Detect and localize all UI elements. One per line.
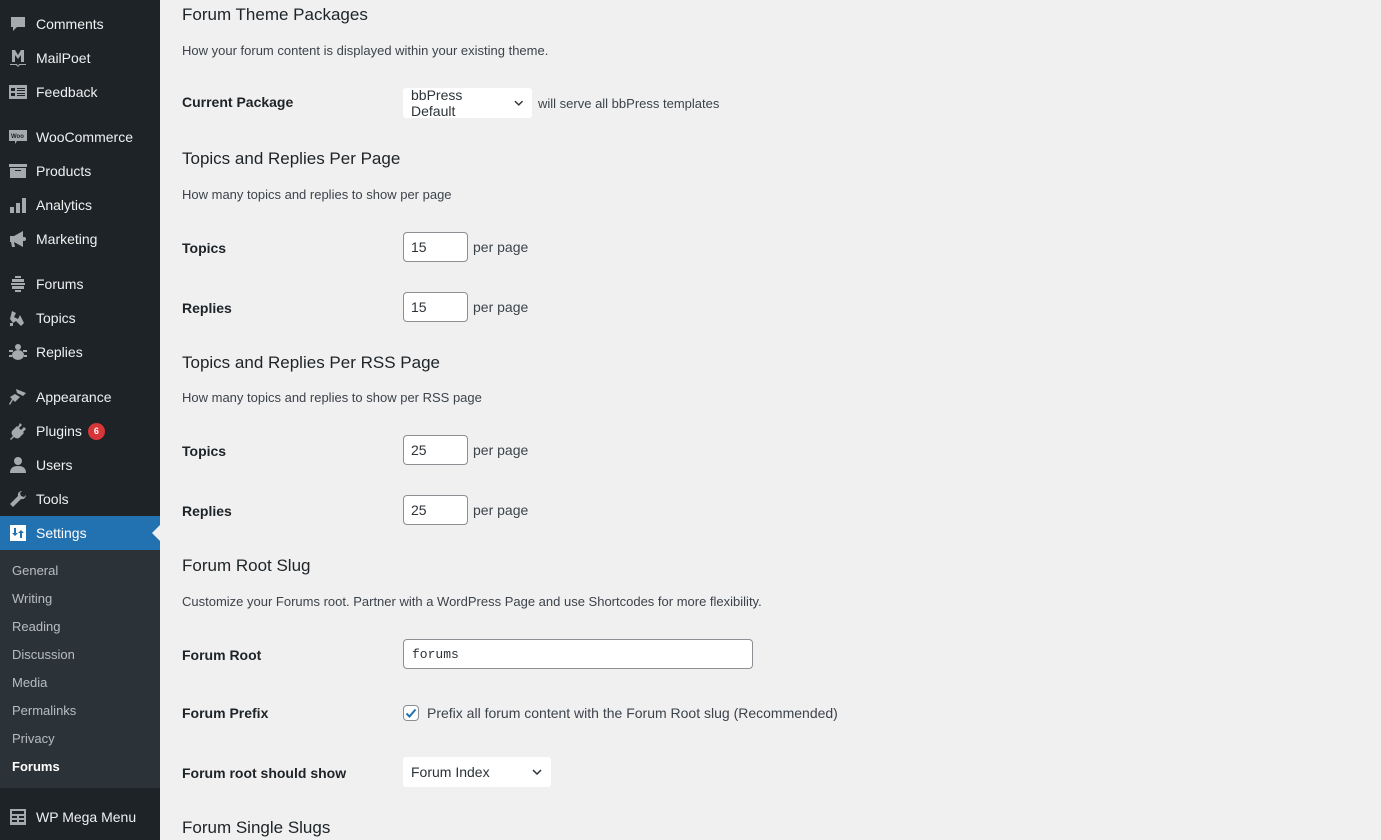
per-page-topics-label: Topics (182, 240, 227, 256)
sidebar-item-tools[interactable]: Tools (0, 482, 160, 516)
mega-menu-icon (0, 800, 36, 834)
sidebar-item-analytics[interactable]: Analytics (0, 188, 160, 222)
sliders-icon (0, 516, 36, 550)
forum-root-show-select[interactable]: Forum Index (403, 757, 551, 787)
wrench-icon (0, 482, 36, 516)
rss-topics-input[interactable] (403, 435, 468, 465)
current-package-suffix: will serve all bbPress templates (538, 95, 720, 111)
svg-text:Woo: Woo (11, 134, 24, 140)
sidebar-item-comments[interactable]: Comments (0, 7, 160, 41)
sidebar-item-products[interactable]: Products (0, 154, 160, 188)
sidebar-item-users[interactable]: Users (0, 448, 160, 482)
sidebar-item-wp-mega-menu[interactable]: WP Mega Menu (0, 800, 160, 834)
submenu-item-discussion[interactable]: Discussion (12, 645, 75, 665)
topics-icon (0, 301, 36, 335)
sidebar-item-forums[interactable]: Forums (0, 267, 160, 301)
sidebar-item-marketing[interactable]: Marketing (0, 222, 160, 256)
section-title-theme-packages: Forum Theme Packages (182, 5, 368, 24)
sidebar-item-mailpoet[interactable]: MailPoet (0, 41, 160, 75)
admin-sidebar: Comments MailPoet Feedback Woo WooCommer… (0, 0, 160, 840)
section-title-per-page: Topics and Replies Per Page (182, 149, 401, 168)
per-page-replies-label: Replies (182, 300, 232, 316)
section-description-root-slug: Customize your Forums root. Partner with… (182, 594, 762, 609)
rss-topics-field: per page (403, 435, 528, 465)
woocommerce-icon: Woo (0, 120, 36, 154)
submenu-item-forums[interactable]: Forums (12, 757, 60, 777)
forum-prefix-checkbox[interactable] (403, 705, 419, 721)
bar-chart-icon (0, 188, 36, 222)
section-description-per-page: How many topics and replies to show per … (182, 187, 452, 202)
current-package-select[interactable]: bbPress Default (403, 87, 532, 119)
chevron-down-icon (513, 100, 523, 106)
settings-submenu: General Writing Reading Discussion Media… (0, 550, 160, 788)
section-title-per-rss-page: Topics and Replies Per RSS Page (182, 353, 440, 372)
per-page-replies-unit: per page (473, 299, 529, 315)
forum-prefix-label: Forum Prefix (182, 705, 269, 721)
rss-topics-unit: per page (473, 442, 529, 458)
submenu-item-privacy[interactable]: Privacy (12, 729, 55, 749)
section-description-theme-packages: How your forum content is displayed with… (182, 43, 549, 58)
checkmark-icon (405, 708, 417, 718)
per-page-topics-unit: per page (473, 239, 529, 255)
sidebar-item-replies[interactable]: Replies (0, 335, 160, 369)
submenu-item-permalinks[interactable]: Permalinks (12, 701, 76, 721)
section-title-root-slug: Forum Root Slug (182, 556, 311, 575)
submenu-item-reading[interactable]: Reading (12, 617, 60, 637)
section-description-per-rss-page: How many topics and replies to show per … (182, 390, 482, 405)
forum-root-show-field: Forum Index (403, 757, 551, 787)
forum-prefix-text: Prefix all forum content with the Forum … (427, 705, 838, 721)
forums-icon (0, 267, 36, 301)
sidebar-item-appearance[interactable]: Appearance (0, 380, 160, 414)
per-page-topics-input[interactable] (403, 232, 468, 262)
replies-icon (0, 335, 36, 369)
plug-icon (0, 414, 36, 448)
forum-root-show-label: Forum root should show (182, 765, 347, 781)
forum-root-label: Forum Root (182, 647, 262, 663)
current-package-label: Current Package (182, 94, 294, 110)
rss-replies-field: per page (403, 495, 528, 525)
sidebar-item-feedback[interactable]: Feedback (0, 75, 160, 109)
current-package-field: bbPress Default will serve all bbPress t… (403, 87, 720, 119)
sidebar-item-woocommerce[interactable]: Woo WooCommerce (0, 120, 160, 154)
rss-replies-unit: per page (473, 502, 529, 518)
submenu-item-writing[interactable]: Writing (12, 589, 52, 609)
archive-box-icon (0, 154, 36, 188)
forum-prefix-field: Prefix all forum content with the Forum … (403, 705, 838, 721)
per-page-topics-field: per page (403, 232, 528, 262)
per-page-replies-field: per page (403, 292, 528, 322)
forum-root-input[interactable] (403, 639, 753, 669)
plugins-update-count-badge: 6 (87, 422, 105, 440)
megaphone-icon (0, 222, 36, 256)
forum-root-field (403, 639, 753, 669)
rss-replies-input[interactable] (403, 495, 468, 525)
submenu-item-general[interactable]: General (12, 561, 58, 581)
sidebar-item-settings[interactable]: Settings (0, 516, 160, 550)
sidebar-item-topics[interactable]: Topics (0, 301, 160, 335)
section-title-single-slugs: Forum Single Slugs (182, 818, 331, 837)
feedback-form-icon (0, 75, 36, 109)
rss-topics-label: Topics (182, 443, 227, 459)
sidebar-item-plugins[interactable]: Plugins 6 (0, 414, 160, 448)
rss-replies-label: Replies (182, 503, 232, 519)
user-icon (0, 448, 36, 482)
chevron-down-icon (532, 769, 542, 776)
comment-bubble-icon (0, 7, 36, 41)
mailpoet-icon (0, 41, 36, 75)
per-page-replies-input[interactable] (403, 292, 468, 322)
paintbrush-icon (0, 380, 36, 414)
submenu-item-media[interactable]: Media (12, 673, 47, 693)
